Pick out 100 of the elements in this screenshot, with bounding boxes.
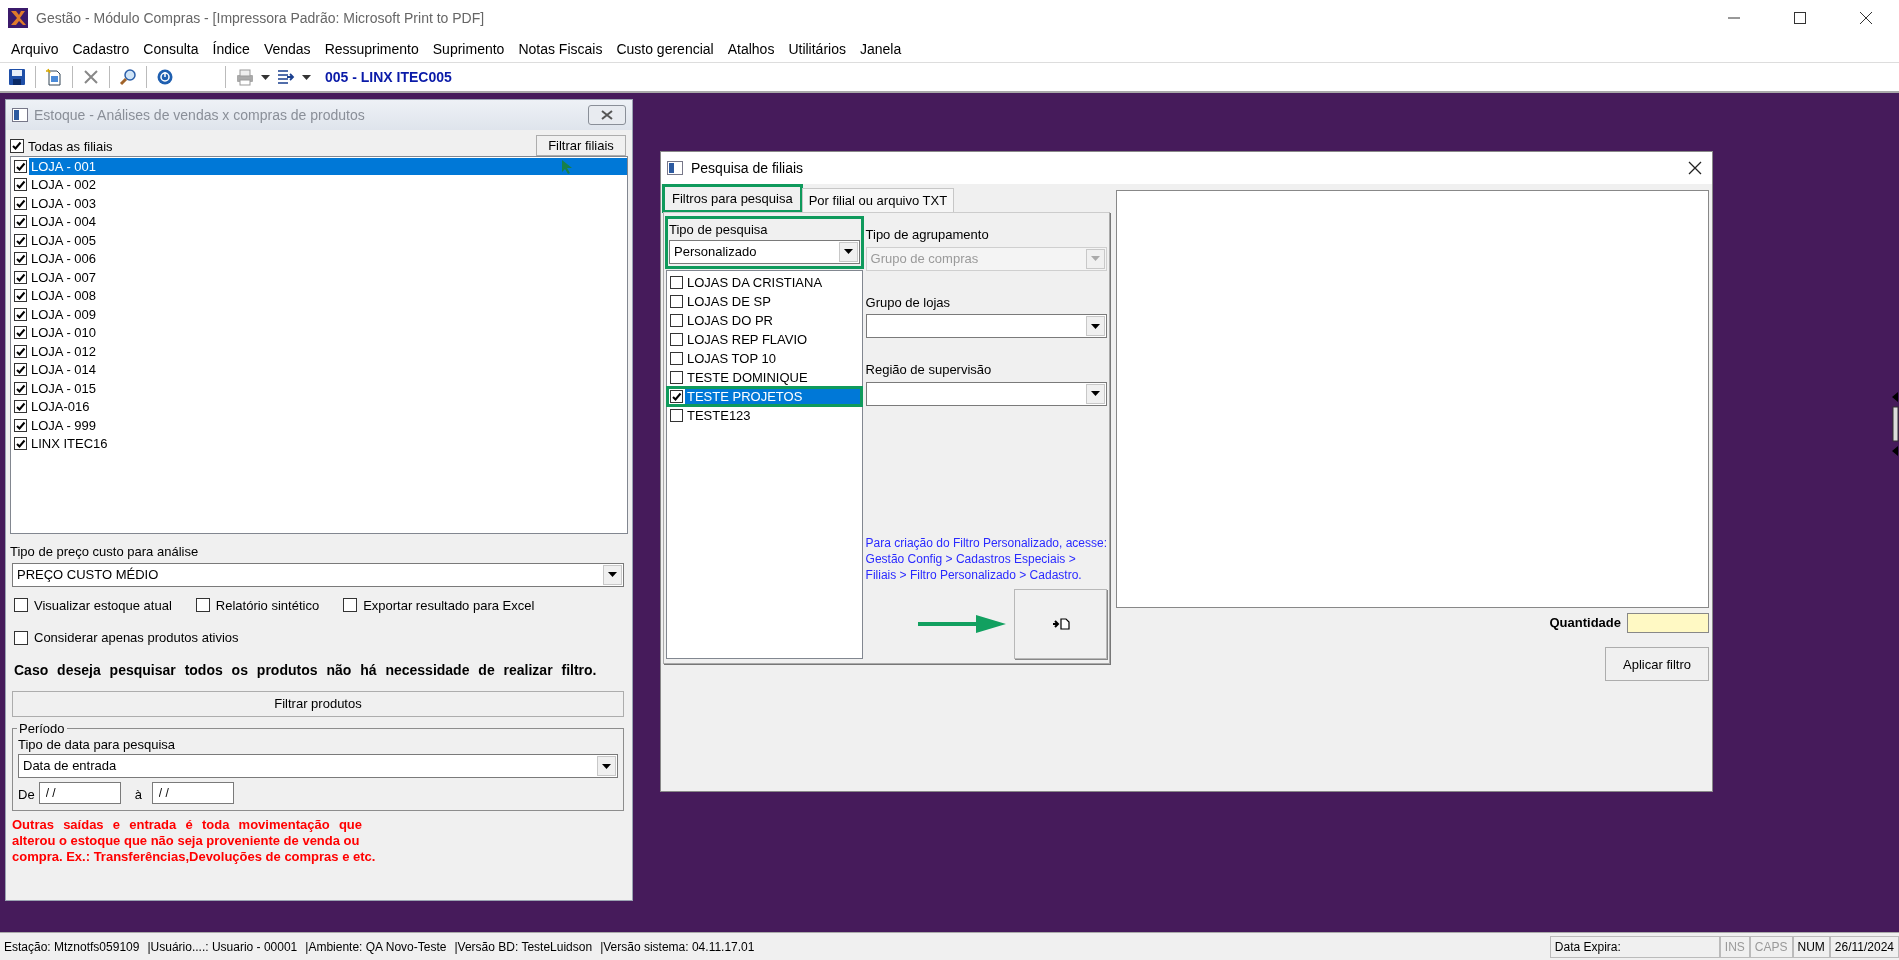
menu-item[interactable]: Suprimento	[425, 38, 512, 60]
checkbox[interactable]	[670, 332, 683, 346]
list-item[interactable]: LOJAS DA CRISTIANA	[667, 272, 862, 292]
list-item[interactable]: LINX ITEC16	[11, 434, 627, 453]
checkbox[interactable]	[14, 270, 27, 284]
menu-item[interactable]: Índice	[205, 38, 257, 60]
checkbox[interactable]	[14, 159, 27, 173]
list-item[interactable]: TESTE123	[667, 405, 862, 425]
checkbox[interactable]	[14, 196, 27, 210]
checkbox[interactable]	[14, 233, 27, 247]
export-list-icon[interactable]	[276, 68, 296, 86]
tab[interactable]: Por filial ou arquivo TXT	[801, 187, 955, 212]
checkbox[interactable]	[670, 275, 683, 289]
close-icon[interactable]	[1688, 161, 1702, 175]
status-text: |Versão sistema: 04.11.17.01	[599, 938, 756, 956]
list-item[interactable]: LOJA - 012	[11, 342, 627, 361]
checkbox[interactable]	[195, 598, 210, 613]
list-item[interactable]: LOJA - 004	[11, 212, 627, 231]
checkbox[interactable]	[670, 351, 683, 365]
checkbox[interactable]	[14, 363, 27, 377]
tab[interactable]: Filtros para pesquisa	[663, 184, 802, 212]
search-icon[interactable]	[119, 68, 137, 86]
status-text: Data Expira:	[1549, 935, 1720, 958]
filter-products-button[interactable]: Filtrar produtos	[12, 690, 624, 717]
menu-item[interactable]: Consulta	[136, 38, 206, 60]
list-item[interactable]: LOJA - 007	[11, 268, 627, 287]
checkbox[interactable]	[670, 408, 683, 422]
checkbox[interactable]	[14, 381, 27, 395]
close-icon[interactable]	[1860, 12, 1872, 24]
checkbox-label: Considerar apenas produtos ativios	[34, 629, 239, 647]
quantity-field[interactable]	[1627, 613, 1709, 633]
list-item[interactable]: LOJA - 014	[11, 360, 627, 379]
dropdown[interactable]	[865, 381, 1107, 406]
menu-item[interactable]: Cadastro	[65, 38, 137, 60]
list-item[interactable]: LOJA - 999	[11, 416, 627, 435]
dropdown[interactable]: Data de entrada	[18, 754, 618, 778]
close-button[interactable]	[588, 105, 626, 125]
checkbox[interactable]	[670, 370, 683, 384]
checkbox[interactable]	[14, 307, 27, 321]
list-item[interactable]: TESTE DOMINIQUE	[667, 367, 862, 387]
menu-item[interactable]: Janela	[852, 38, 909, 60]
list-item[interactable]: LOJA - 002	[11, 175, 627, 194]
dropdown[interactable]	[865, 314, 1107, 338]
caret-icon	[843, 249, 853, 254]
list-item[interactable]: LOJAS TOP 10	[667, 348, 862, 368]
checkbox[interactable]	[14, 178, 27, 192]
menu-item[interactable]: Custo gerencial	[609, 38, 721, 60]
checkbox[interactable]	[14, 215, 27, 229]
list-item[interactable]: LOJAS DE SP	[667, 291, 862, 311]
caret-icon	[1091, 256, 1100, 261]
checkbox[interactable]	[14, 326, 27, 340]
dropdown[interactable]: PREÇO CUSTO MÉDIO	[12, 562, 624, 587]
checkbox[interactable]	[343, 598, 358, 613]
checkbox[interactable]	[14, 418, 27, 432]
list-item[interactable]: LOJA - 008	[11, 286, 627, 305]
field-label: De	[18, 785, 35, 804]
power-icon[interactable]	[156, 68, 174, 86]
checkbox[interactable]	[14, 630, 28, 645]
menu-item[interactable]: Utilitários	[781, 38, 853, 60]
caret-icon[interactable]	[261, 74, 270, 80]
checkbox[interactable]	[14, 400, 27, 414]
menu-item[interactable]: Arquivo	[4, 38, 66, 60]
checkbox[interactable]	[670, 313, 683, 327]
new-document-icon[interactable]	[45, 68, 63, 86]
list-item[interactable]: LOJA - 009	[11, 305, 627, 324]
date-field[interactable]: / /	[151, 782, 234, 804]
menu-item[interactable]: Ressuprimento	[317, 38, 426, 60]
date-field[interactable]: / /	[38, 782, 121, 804]
filter-branches-button[interactable]: Filtrar filiais	[536, 135, 626, 156]
delete-icon[interactable]	[82, 68, 100, 86]
list-item[interactable]: LOJA - 003	[11, 194, 627, 213]
checkbox[interactable]	[14, 437, 27, 451]
dropdown[interactable]: Personalizado	[669, 239, 860, 264]
maximize-icon[interactable]	[1794, 12, 1806, 24]
app-logo-icon	[8, 8, 28, 28]
list-item[interactable]: LOJA - 005	[11, 231, 627, 250]
menu-item[interactable]: Atalhos	[720, 38, 782, 60]
list-item[interactable]: LOJA - 006	[11, 249, 627, 268]
list-item[interactable]: LOJA - 015	[11, 379, 627, 398]
menu-item[interactable]: Vendas	[256, 38, 318, 60]
list-item[interactable]: LOJAS DO PR	[667, 310, 862, 330]
checkbox[interactable]	[670, 389, 683, 403]
apply-filter-button[interactable]: Aplicar filtro	[1605, 647, 1709, 681]
status-text: |Ambiente: QA Novo-Teste	[304, 938, 448, 956]
checkbox[interactable]	[14, 289, 27, 303]
list-item[interactable]: LOJA - 010	[11, 323, 627, 342]
save-icon[interactable]	[8, 68, 26, 86]
menu-item[interactable]: Notas Fiscais	[511, 38, 610, 60]
help-text: Gestão Config > Cadastros Especiais >	[865, 551, 1077, 567]
caret-icon[interactable]	[302, 74, 311, 80]
window-icon	[12, 108, 28, 122]
splitter-grip-icon[interactable]	[1891, 389, 1899, 459]
checkbox[interactable]	[14, 252, 27, 266]
checkbox[interactable]	[10, 139, 24, 154]
list-item[interactable]: LOJAS REP FLAVIO	[667, 329, 862, 349]
checkbox[interactable]	[670, 294, 683, 308]
checkbox[interactable]	[14, 344, 27, 358]
list-item[interactable]: LOJA-016	[11, 397, 627, 416]
printer-icon[interactable]	[235, 68, 255, 86]
checkbox[interactable]	[14, 598, 28, 613]
